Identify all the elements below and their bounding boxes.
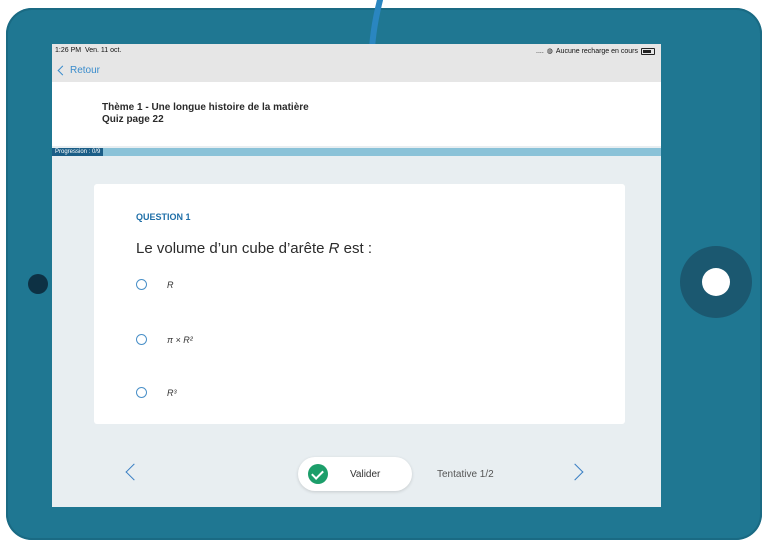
- camera-icon: [28, 274, 48, 294]
- answer-option-3[interactable]: R³: [136, 387, 177, 398]
- wifi-icon: ◍: [546, 48, 553, 55]
- battery-icon: [641, 47, 655, 55]
- signal-dots: ....: [536, 47, 544, 55]
- question-text: Le volume d’un cube d’arête R est :: [136, 240, 372, 257]
- back-button[interactable]: Retour: [57, 65, 101, 76]
- back-label: Retour: [70, 65, 101, 76]
- radio-icon: [136, 334, 147, 345]
- bottom-toolbar: Valider Tentative 1/2: [52, 449, 661, 491]
- status-time: 1:26 PM Ven. 11 oct.: [55, 47, 122, 54]
- option-label: π × R²: [167, 334, 193, 345]
- page-header: Thème 1 - Une longue histoire de la mati…: [52, 82, 661, 146]
- radio-icon: [136, 387, 147, 398]
- previous-question-button[interactable]: [125, 463, 143, 481]
- next-question-button[interactable]: [566, 463, 584, 481]
- quiz-title: Quiz page 22: [102, 114, 164, 125]
- validate-label: Valider: [350, 468, 381, 480]
- theme-title: Thème 1 - Une longue histoire de la mati…: [102, 102, 309, 113]
- home-button-inner: [702, 268, 730, 296]
- radio-icon: [136, 279, 147, 290]
- progress-label: Progression : 0/9: [52, 148, 104, 156]
- question-card: QUESTION 1 Le volume d’un cube d’arête R…: [94, 184, 625, 424]
- answer-option-1[interactable]: R: [136, 279, 174, 290]
- option-label: R: [167, 279, 174, 290]
- charging-status: Aucune recharge en cours: [555, 47, 638, 55]
- home-button[interactable]: [680, 246, 752, 318]
- validate-button[interactable]: Valider: [298, 457, 412, 491]
- app-screen: 1:26 PM Ven. 11 oct. .... ◍ Aucune recha…: [52, 44, 661, 507]
- status-right: .... ◍ Aucune recharge en cours: [536, 47, 655, 55]
- chevron-left-icon: [57, 65, 68, 76]
- answer-option-2[interactable]: π × R²: [136, 334, 193, 345]
- question-number: QUESTION 1: [136, 212, 191, 222]
- attempt-counter: Tentative 1/2: [437, 469, 494, 480]
- option-label: R³: [167, 387, 177, 398]
- progress-bar: Progression : 0/9: [52, 148, 661, 156]
- status-bar: 1:26 PM Ven. 11 oct. .... ◍ Aucune recha…: [52, 44, 661, 58]
- nav-bar: Retour: [52, 58, 661, 82]
- check-icon: [308, 464, 328, 484]
